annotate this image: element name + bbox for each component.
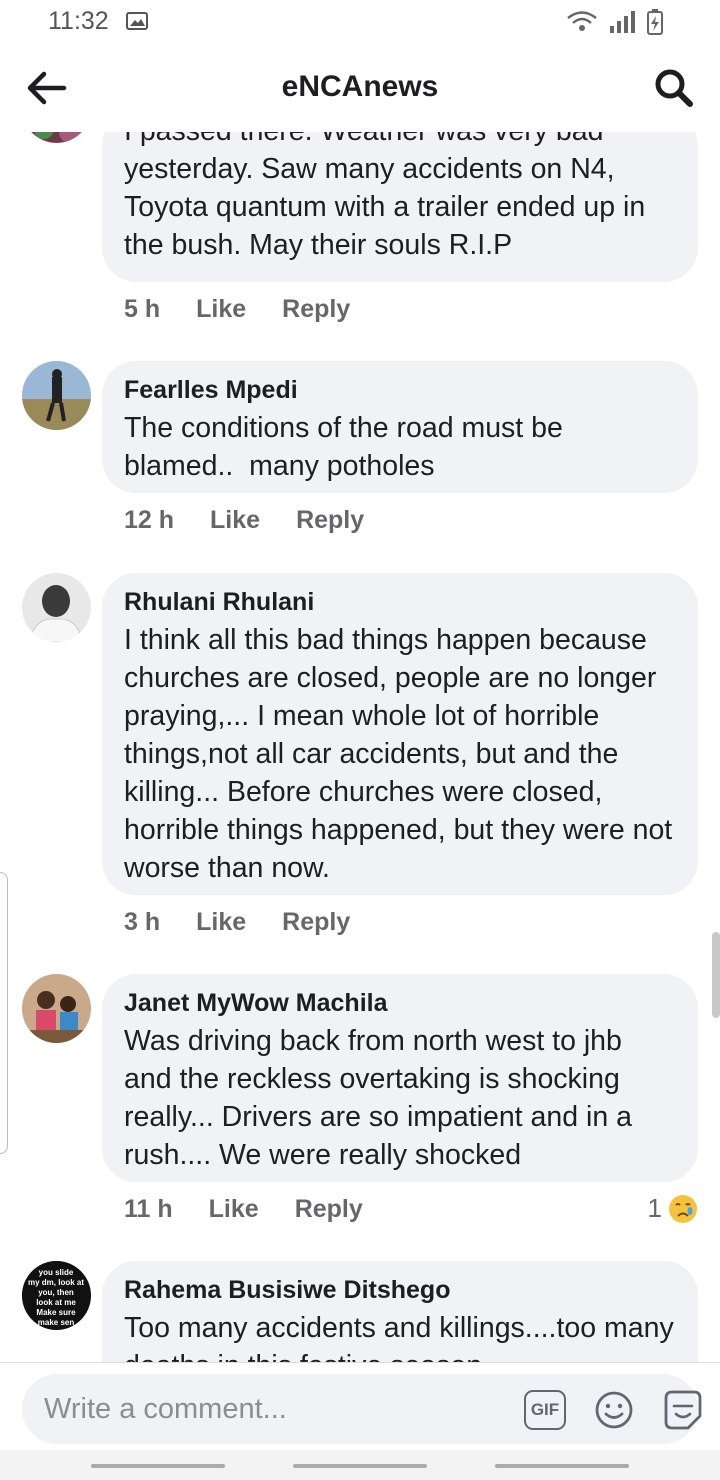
gif-button[interactable]: GIF (524, 1390, 566, 1430)
comment-time: 5 h (124, 295, 161, 323)
reaction-summary[interactable]: 1 (648, 1193, 698, 1224)
comment-bubble[interactable]: Janet MyWow Machila Was driving back fro… (102, 974, 698, 1182)
comment-actions: 3 h Like Reply (124, 908, 386, 937)
side-panel-edge (0, 872, 8, 1154)
comment-text: I think all this bad things happen becau… (124, 624, 681, 884)
signal-icon (610, 11, 635, 33)
reply-button[interactable]: Reply (296, 506, 364, 535)
reply-button[interactable]: Reply (282, 908, 350, 937)
status-time: 11:32 (48, 7, 109, 35)
comments-list: I passed there. Weather was very bad yes… (0, 132, 720, 1362)
comment-bubble[interactable]: Fearlles Mpedi The conditions of the roa… (102, 361, 698, 493)
comment-composer: Write a comment... GIF (0, 1362, 720, 1450)
status-icons (567, 9, 663, 35)
sad-cry-emoji-icon (669, 1194, 697, 1223)
comment-actions: 11 h Like Reply (124, 1195, 399, 1224)
comment-author[interactable]: Rhulani Rhulani (124, 587, 676, 617)
nav-recent-button[interactable] (91, 1464, 225, 1468)
svg-text:look at me: look at me (36, 1298, 76, 1307)
comment-text: Was driving back from north west to jhb … (124, 1025, 640, 1171)
comment-time: 3 h (124, 908, 161, 936)
comment-text: The conditions of the road must be blame… (124, 412, 571, 482)
status-bar: 11:32 (0, 0, 720, 44)
avatar[interactable] (22, 132, 91, 143)
reaction-count: 1 (647, 1193, 662, 1223)
svg-text:my dm, look at: my dm, look at (28, 1278, 84, 1287)
scrollbar[interactable] (712, 932, 720, 1018)
svg-text:Make sure: Make sure (36, 1308, 76, 1317)
sticker-icon[interactable] (660, 1388, 706, 1432)
comment-text: Too many accidents and killings....too m… (124, 1312, 674, 1362)
comment-bubble[interactable]: Rhulani Rhulani I think all this bad thi… (102, 573, 698, 895)
nav-back-button[interactable] (495, 1464, 629, 1468)
battery-icon (647, 9, 663, 35)
gallery-notification-icon (126, 12, 148, 30)
comment-time: 11 h (124, 1195, 173, 1223)
avatar[interactable] (22, 573, 91, 642)
comment-input-placeholder: Write a comment... (44, 1393, 287, 1425)
like-button[interactable]: Like (210, 506, 260, 535)
emoji-icon[interactable] (594, 1390, 634, 1430)
comment-bubble[interactable]: I passed there. Weather was very bad yes… (102, 132, 698, 282)
wifi-icon (567, 11, 597, 31)
comment-author[interactable]: Janet MyWow Machila (124, 988, 676, 1018)
comment-author[interactable]: Fearlles Mpedi (124, 375, 676, 405)
search-button[interactable] (652, 66, 696, 110)
system-nav-bar (0, 1450, 720, 1480)
avatar[interactable]: you slide my dm, look at you, then look … (22, 1261, 91, 1330)
avatar[interactable] (22, 361, 91, 430)
comment-actions: 12 h Like Reply (124, 506, 400, 535)
avatar[interactable] (22, 974, 91, 1043)
comment-input[interactable]: Write a comment... GIF (22, 1374, 702, 1444)
svg-text:make sen: make sen (38, 1318, 75, 1327)
app-header: eNCAnews (0, 44, 720, 132)
comment-bubble[interactable]: Rahema Busisiwe Ditshego Too many accide… (102, 1261, 698, 1362)
comment-author[interactable]: Rahema Busisiwe Ditshego (124, 1275, 676, 1305)
reply-button[interactable]: Reply (282, 295, 350, 324)
page-title: eNCAnews (281, 70, 439, 103)
reply-button[interactable]: Reply (295, 1195, 363, 1224)
search-icon (655, 69, 693, 107)
comment-time: 12 h (124, 506, 175, 534)
like-button[interactable]: Like (209, 1195, 259, 1224)
comment-actions: 5 h Like Reply (124, 295, 386, 324)
svg-text:you, then: you, then (38, 1288, 74, 1297)
svg-text:you slide: you slide (39, 1268, 74, 1277)
nav-home-button[interactable] (293, 1464, 427, 1468)
comment-text: I passed there. Weather was very bad yes… (124, 132, 646, 261)
like-button[interactable]: Like (196, 295, 246, 324)
like-button[interactable]: Like (196, 908, 246, 937)
